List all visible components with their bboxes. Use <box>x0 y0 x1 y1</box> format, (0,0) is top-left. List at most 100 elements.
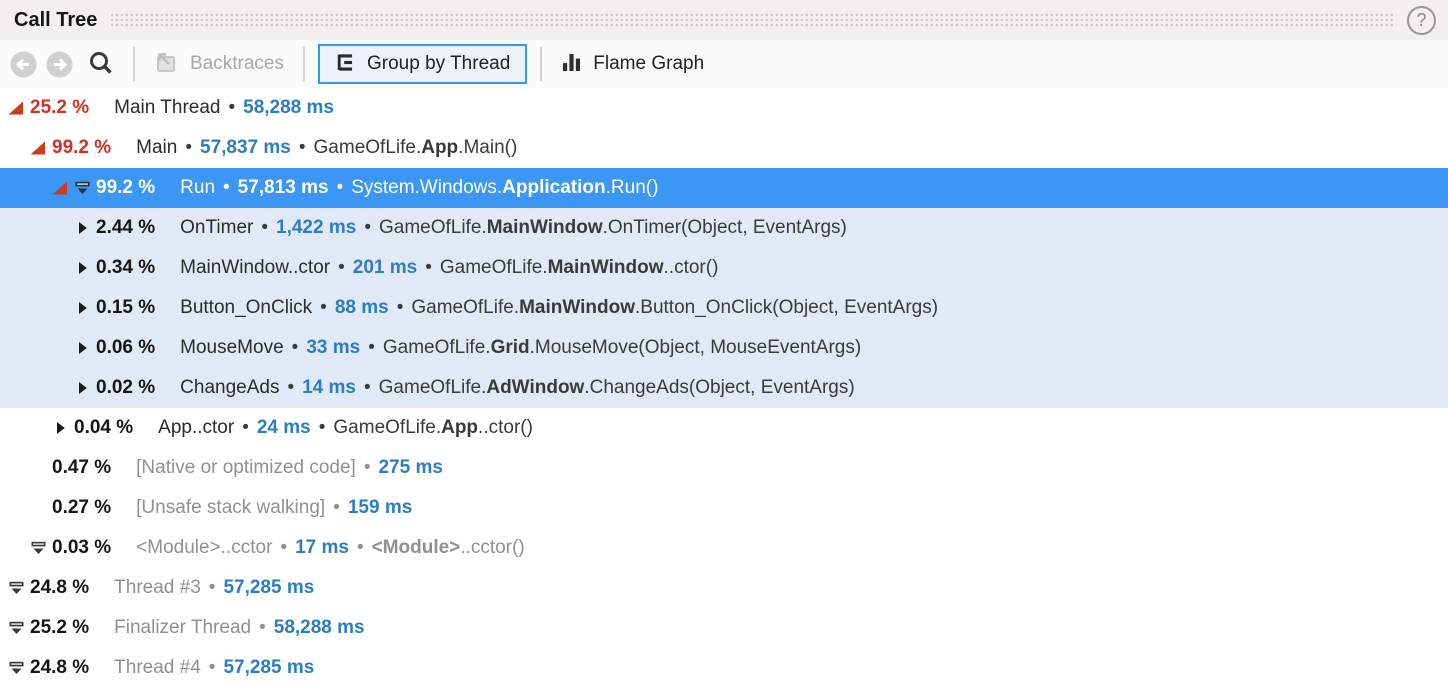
time-value: 24 ms <box>257 417 311 439</box>
tree-row[interactable]: 0.47 %[Native or optimized code]•275 ms <box>0 448 1448 488</box>
tree-row[interactable]: 25.2 %Finalizer Thread•58,288 ms <box>0 608 1448 648</box>
tree-row[interactable]: 24.8 %Thread #3•57,285 ms <box>0 568 1448 608</box>
percent-label: 2.44 % <box>96 217 155 239</box>
help-icon[interactable]: ? <box>1407 6 1436 35</box>
hot-path-icon <box>52 180 74 196</box>
tree-row[interactable]: 99.2 %Main•57,837 ms•GameOfLife.App.Main… <box>0 128 1448 168</box>
indent-spacer <box>30 500 52 516</box>
tree-row[interactable]: 0.04 %App..ctor•24 ms•GameOfLife.App..ct… <box>0 408 1448 448</box>
tree-row[interactable]: 99.2 %Run•57,813 ms•System.Windows.Appli… <box>0 168 1448 208</box>
backtraces-button[interactable]: Backtraces <box>148 44 290 84</box>
percent-label: 0.06 % <box>96 337 155 359</box>
back-button[interactable] <box>10 51 37 78</box>
bullet-separator: • <box>333 497 340 519</box>
bullet-separator: • <box>338 257 345 279</box>
tree-row[interactable]: 2.44 %OnTimer•1,422 ms•GameOfLife.MainWi… <box>0 208 1448 248</box>
backtraces-icon <box>154 50 179 78</box>
time-value: 57,837 ms <box>200 137 291 159</box>
function-name: Finalizer Thread <box>114 617 251 639</box>
percent-label: 0.04 % <box>74 417 133 439</box>
function-name: [Native or optimized code] <box>136 457 356 479</box>
expand-icon[interactable] <box>74 340 96 356</box>
group-by-thread-label: Group by Thread <box>367 53 510 75</box>
function-name: Run <box>180 177 215 199</box>
bullet-separator: • <box>357 537 364 559</box>
search-button[interactable] <box>86 49 116 79</box>
collapse-icon[interactable] <box>74 180 96 196</box>
expand-icon[interactable] <box>74 380 96 396</box>
function-name: Thread #3 <box>114 577 201 599</box>
indent-spacer <box>30 460 52 476</box>
call-tree-panel: Call Tree ? Backtraces Group by Thread F… <box>0 0 1448 689</box>
time-value: 1,422 ms <box>276 217 356 239</box>
percent-label: 25.2 % <box>30 97 89 119</box>
time-value: 159 ms <box>348 497 412 519</box>
toolbar-separator <box>540 47 542 81</box>
function-name: Main <box>136 137 177 159</box>
percent-label: 0.47 % <box>52 457 111 479</box>
bullet-separator: • <box>364 217 371 239</box>
percent-label: 0.03 % <box>52 537 111 559</box>
bar-chart-icon <box>561 52 582 76</box>
function-name: [Unsafe stack walking] <box>136 497 325 519</box>
percent-label: 99.2 % <box>96 177 155 199</box>
tree-row[interactable]: 0.15 %Button_OnClick•88 ms•GameOfLife.Ma… <box>0 288 1448 328</box>
bullet-separator: • <box>425 257 432 279</box>
function-name: Main Thread <box>114 97 220 119</box>
expand-icon[interactable] <box>52 420 74 436</box>
method-signature: GameOfLife.MainWindow..ctor() <box>440 257 719 279</box>
time-value: 33 ms <box>306 337 360 359</box>
function-name: <Module>..cctor <box>136 537 272 559</box>
time-value: 57,285 ms <box>223 657 314 679</box>
method-signature: GameOfLife.Grid.MouseMove(Object, MouseE… <box>383 337 861 359</box>
bullet-separator: • <box>337 177 344 199</box>
percent-label: 0.15 % <box>96 297 155 319</box>
expand-icon[interactable] <box>74 260 96 276</box>
bullet-separator: • <box>228 97 235 119</box>
forward-button[interactable] <box>46 51 73 78</box>
function-name: App..ctor <box>158 417 234 439</box>
expand-icon[interactable] <box>74 220 96 236</box>
hot-path-icon <box>8 100 30 116</box>
toolbar-separator <box>303 47 305 81</box>
percent-label: 24.8 % <box>30 657 89 679</box>
tree-row[interactable]: 24.8 %Thread #4•57,285 ms <box>0 648 1448 688</box>
tree-row[interactable]: 0.03 %<Module>..cctor•17 ms•<Module>..cc… <box>0 528 1448 568</box>
bullet-separator: • <box>364 457 371 479</box>
expand-icon[interactable] <box>74 300 96 316</box>
collapse-icon[interactable] <box>8 580 30 596</box>
tree-row[interactable]: 0.34 %MainWindow..ctor•201 ms•GameOfLife… <box>0 248 1448 288</box>
percent-label: 0.34 % <box>96 257 155 279</box>
bullet-separator: • <box>299 137 306 159</box>
bullet-separator: • <box>368 337 375 359</box>
toolbar-separator <box>133 47 135 81</box>
toolbar: Backtraces Group by Thread Flame Graph <box>0 40 1448 88</box>
collapse-icon[interactable] <box>8 660 30 676</box>
percent-label: 25.2 % <box>30 617 89 639</box>
tree-list-icon <box>335 52 356 76</box>
group-by-thread-button[interactable]: Group by Thread <box>318 44 527 84</box>
time-value: 58,288 ms <box>243 97 334 119</box>
method-signature: <Module>..cctor() <box>372 537 525 559</box>
percent-label: 99.2 % <box>52 137 111 159</box>
tree-row[interactable]: 25.2 % Main Thread • 58,288 ms <box>0 88 1448 128</box>
bullet-separator: • <box>223 177 230 199</box>
bullet-separator: • <box>287 377 294 399</box>
bullet-separator: • <box>242 417 249 439</box>
bullet-separator: • <box>364 377 371 399</box>
bullet-separator: • <box>259 617 266 639</box>
collapse-icon[interactable] <box>30 540 52 556</box>
tree-row[interactable]: 0.02 %ChangeAds•14 ms•GameOfLife.AdWindo… <box>0 368 1448 408</box>
panel-titlebar: Call Tree ? <box>0 0 1448 40</box>
flame-graph-label: Flame Graph <box>593 53 704 75</box>
tree-row[interactable]: 0.27 %[Unsafe stack walking]•159 ms <box>0 488 1448 528</box>
forward-arrow-icon <box>46 51 73 78</box>
function-name: MainWindow..ctor <box>180 257 330 279</box>
flame-graph-button[interactable]: Flame Graph <box>555 44 710 84</box>
collapse-icon[interactable] <box>8 620 30 636</box>
bullet-separator: • <box>209 577 216 599</box>
percent-label: 0.02 % <box>96 377 155 399</box>
tree-row[interactable]: 0.06 %MouseMove•33 ms•GameOfLife.Grid.Mo… <box>0 328 1448 368</box>
bullet-separator: • <box>261 217 268 239</box>
dotted-texture <box>111 11 1393 29</box>
